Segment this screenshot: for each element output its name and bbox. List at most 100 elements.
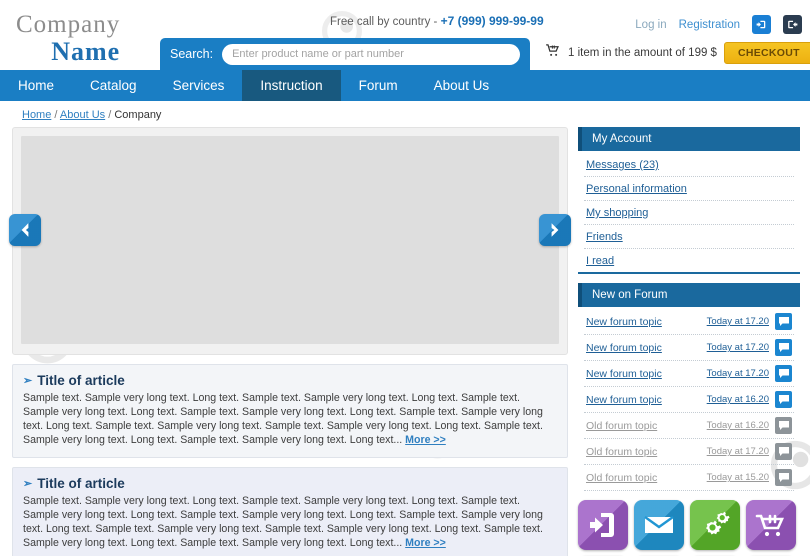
- nav-item-home[interactable]: Home: [0, 70, 72, 101]
- site-header: Company Name Free call by country - +7 (…: [0, 0, 810, 70]
- list-item[interactable]: Old forum topic Today at 15.20: [584, 465, 794, 491]
- search-label: Search:: [170, 47, 214, 61]
- search-input[interactable]: [222, 43, 520, 65]
- chat-bubble-icon[interactable]: [775, 469, 792, 486]
- forum-topic-link[interactable]: Old forum topic: [586, 446, 707, 458]
- chat-bubble-icon[interactable]: [775, 365, 792, 382]
- free-call-info: Free call by country - +7 (999) 999-99-9…: [330, 14, 544, 28]
- forum-list: New forum topic Today at 17.20 New forum…: [578, 307, 800, 491]
- nav-item-catalog[interactable]: Catalog: [72, 70, 155, 101]
- article-title-text: Title of article: [37, 373, 125, 388]
- article-body: Sample text. Sample very long text. Long…: [23, 391, 557, 447]
- logout-arrow-icon[interactable]: [783, 15, 802, 34]
- forum-topic-link[interactable]: New forum topic: [586, 316, 707, 328]
- nav-item-instruction[interactable]: Instruction: [242, 70, 341, 101]
- list-item[interactable]: Messages (23): [584, 153, 794, 177]
- forum-topic-time: Today at 17.20: [706, 316, 769, 327]
- list-item[interactable]: Old forum topic Today at 17.20: [584, 439, 794, 465]
- login-arrow-icon[interactable]: [752, 15, 771, 34]
- list-item[interactable]: New forum topic Today at 17.20: [584, 335, 794, 361]
- article-card: ➢ Title of article Sample text. Sample v…: [12, 364, 568, 458]
- list-item[interactable]: Friends: [584, 225, 794, 249]
- account-link-messages[interactable]: Messages (23): [586, 159, 659, 171]
- login-icon[interactable]: [578, 500, 628, 550]
- forum-topic-time: Today at 16.20: [706, 394, 769, 405]
- logo-line-1: Company: [16, 11, 121, 38]
- chat-bubble-icon[interactable]: [775, 339, 792, 356]
- free-call-label: Free call by country -: [330, 16, 438, 28]
- slider-prev-button[interactable]: [9, 214, 41, 246]
- list-item[interactable]: I read: [584, 249, 794, 272]
- list-item[interactable]: Old forum topic Today at 16.20: [584, 413, 794, 439]
- forum-topic-link[interactable]: Old forum topic: [586, 420, 707, 432]
- chevron-right-icon: ➢: [23, 478, 33, 490]
- cart-summary: 1 item in the amount of 199 $ CHECKOUT: [545, 42, 810, 64]
- chat-bubble-icon[interactable]: [775, 313, 792, 330]
- cart-icon[interactable]: [746, 500, 796, 550]
- breadcrumb-separator: /: [54, 109, 58, 121]
- checkout-button[interactable]: CHECKOUT: [723, 42, 810, 64]
- account-link-personal-information[interactable]: Personal information: [586, 183, 687, 195]
- envelope-icon[interactable]: [634, 500, 684, 550]
- breadcrumb: Home / About Us / Company: [0, 101, 810, 127]
- my-account-title: My Account: [578, 127, 800, 151]
- account-link-i-read[interactable]: I read: [586, 255, 614, 267]
- article-text: Sample text. Sample very long text. Long…: [23, 392, 543, 446]
- nav-item-about-us[interactable]: About Us: [416, 70, 508, 101]
- chat-bubble-icon[interactable]: [775, 417, 792, 434]
- forum-topic-time: Today at 17.20: [706, 342, 769, 353]
- forum-topic-time: Today at 16.20: [706, 420, 769, 431]
- site-logo[interactable]: Company Name: [16, 12, 120, 65]
- breadcrumb-home[interactable]: Home: [22, 109, 51, 121]
- chat-bubble-icon[interactable]: [775, 443, 792, 460]
- forum-topic-link[interactable]: New forum topic: [586, 368, 707, 380]
- my-account-panel: My Account Messages (23) Personal inform…: [578, 127, 800, 274]
- slider-image-placeholder: [21, 136, 559, 344]
- chevron-left-icon: [21, 223, 29, 237]
- account-link-my-shopping[interactable]: My shopping: [586, 207, 648, 219]
- chevron-right-icon: ➢: [23, 375, 33, 387]
- chat-bubble-icon[interactable]: [775, 391, 792, 408]
- new-on-forum-title: New on Forum: [578, 283, 800, 307]
- quick-action-grid: [578, 500, 800, 556]
- slider-next-button[interactable]: [539, 214, 571, 246]
- list-item[interactable]: New forum topic Today at 17.20: [584, 361, 794, 387]
- article-card: ➢ Title of article Sample text. Sample v…: [12, 467, 568, 556]
- breadcrumb-about-us[interactable]: About Us: [60, 109, 105, 121]
- article-title-text: Title of article: [37, 476, 125, 491]
- article-more-link[interactable]: More >>: [405, 537, 446, 549]
- article-body: Sample text. Sample very long text. Long…: [23, 494, 557, 550]
- main-content: ➢ Title of article Sample text. Sample v…: [9, 127, 571, 556]
- main-nav: Home Catalog Services Instruction Forum …: [0, 70, 810, 101]
- breadcrumb-separator: /: [108, 109, 112, 121]
- image-slider[interactable]: [9, 127, 571, 355]
- forum-topic-time: Today at 15.20: [706, 472, 769, 483]
- list-item[interactable]: New forum topic Today at 17.20: [584, 309, 794, 335]
- registration-link[interactable]: Registration: [679, 19, 740, 31]
- nav-item-forum[interactable]: Forum: [341, 70, 416, 101]
- forum-topic-time: Today at 17.20: [706, 368, 769, 379]
- sidebar: My Account Messages (23) Personal inform…: [578, 127, 800, 556]
- gears-icon[interactable]: [690, 500, 740, 550]
- breadcrumb-current: Company: [114, 109, 162, 121]
- shopping-cart-icon: [545, 43, 561, 63]
- article-text: Sample text. Sample very long text. Long…: [23, 495, 543, 549]
- phone-number[interactable]: +7 (999) 999-99-99: [441, 14, 544, 28]
- login-link[interactable]: Log in: [635, 19, 666, 31]
- forum-topic-link[interactable]: New forum topic: [586, 394, 707, 406]
- forum-topic-link[interactable]: New forum topic: [586, 342, 707, 354]
- list-item[interactable]: New forum topic Today at 16.20: [584, 387, 794, 413]
- account-actions: Log in Registration: [635, 15, 802, 34]
- page-root: Company Name Free call by country - +7 (…: [0, 0, 810, 556]
- article-more-link[interactable]: More >>: [405, 434, 446, 446]
- page-body: Home / About Us / Company ➢ Title of art…: [0, 101, 810, 556]
- list-item[interactable]: My shopping: [584, 201, 794, 225]
- nav-item-services[interactable]: Services: [155, 70, 243, 101]
- forum-topic-link[interactable]: Old forum topic: [586, 472, 707, 484]
- chevron-right-icon: [551, 223, 559, 237]
- article-title: ➢ Title of article: [23, 476, 557, 491]
- cart-text: 1 item in the amount of 199 $: [568, 47, 717, 59]
- logo-line-2: Name: [51, 37, 121, 66]
- account-link-friends[interactable]: Friends: [586, 231, 623, 243]
- list-item[interactable]: Personal information: [584, 177, 794, 201]
